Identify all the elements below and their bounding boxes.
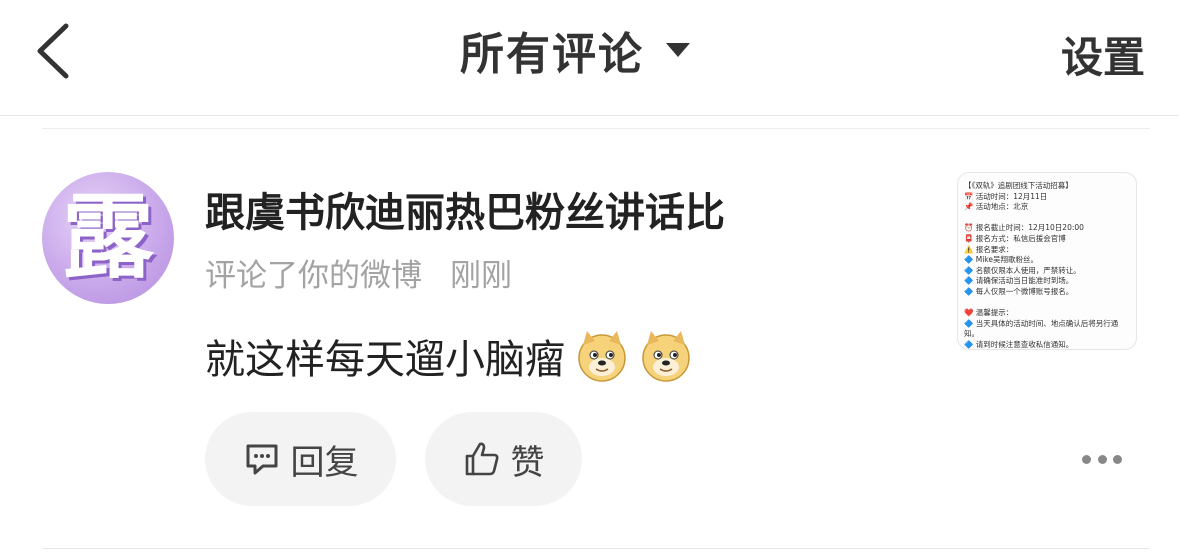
thumbnail-line — [964, 298, 1130, 309]
header-divider — [0, 115, 1179, 116]
thumbnail-line: 🔷 请确保活动当日能准时到场。 — [964, 276, 1074, 286]
avatar[interactable]: 露 — [42, 172, 174, 304]
thumbnail-line: 🔷 请到时候注意查收私信通知。 — [964, 339, 1074, 349]
item-divider — [42, 548, 1150, 549]
thumbnail-line: 知。 — [964, 329, 979, 339]
top-bar: 所有评论 设置 — [0, 0, 1179, 115]
thumbnail-line: 📅 活动时间：12月11日 — [964, 191, 1048, 201]
thumbnail-line: 🔷 名额仅限本人使用，严禁转让。 — [964, 265, 1081, 275]
comment-body: 就这样每天遛小脑瘤 — [205, 337, 565, 383]
page-title: 所有评论 — [460, 29, 644, 80]
avatar-glyph: 露 — [61, 184, 154, 291]
comment-meta: 评论了你的微博 刚刚 — [205, 250, 512, 295]
chevron-left-icon — [37, 23, 69, 79]
comment-icon — [246, 444, 277, 475]
thumbnail-line: 🔷 Mike吴翔歌粉丝。 — [964, 255, 1038, 265]
username[interactable]: 跟虞书欣迪丽热巴粉丝讲话比 — [205, 180, 895, 238]
meta-time: 刚刚 — [450, 258, 512, 294]
thumbs-up-icon — [465, 442, 498, 476]
reply-button[interactable]: 回复 — [205, 412, 396, 506]
reply-label: 回复 — [290, 442, 359, 483]
like-label: 赞 — [510, 442, 545, 483]
username-fade — [800, 178, 895, 234]
thumbnail-line: 📮 报名方式：私信后援会官博 — [964, 233, 1066, 243]
back-button[interactable] — [30, 18, 80, 84]
dot-icon — [1097, 454, 1107, 464]
thumbnail-line: ❤️ 温馨提示： — [964, 308, 1014, 318]
doge-emoji-icon — [578, 331, 626, 382]
settings-button[interactable]: 设置 — [1061, 24, 1145, 85]
dot-icon — [1113, 454, 1122, 464]
thumbnail-line: 【《双轨》追剧团线下活动招募】 — [964, 181, 1073, 190]
thumbnail-line: 🔷 当天具体的活动时间、地点确认后将另行通 — [964, 318, 1119, 328]
section-divider — [42, 128, 1150, 129]
thumbnail-line: 📌 活动地点：北京 — [964, 202, 1029, 212]
meta-action: 评论了你的微博 — [205, 258, 422, 294]
thumbnail-line: 🔷 每人仅限一个微博账号报名。 — [964, 286, 1074, 296]
thumbnail-line: ⏰ 报名截止时间：12月10日20:00 — [964, 223, 1084, 233]
caret-down-icon — [666, 43, 690, 57]
dot-icon — [1082, 454, 1091, 464]
thumbnail-line — [964, 213, 1130, 224]
comment-text: 就这样每天遛小脑瘤 — [205, 328, 693, 384]
thumbnail-line: ⚠️ 报名要求： — [964, 244, 1014, 254]
more-options-button[interactable] — [1082, 446, 1122, 472]
title-dropdown[interactable]: 所有评论 — [460, 18, 690, 82]
like-button[interactable]: 赞 — [425, 412, 582, 506]
doge-emoji-icon — [642, 331, 690, 382]
post-thumbnail[interactable]: 【《双轨》追剧团线下活动招募】 📅 活动时间：12月11日 📌 活动地点：北京 … — [957, 172, 1137, 350]
